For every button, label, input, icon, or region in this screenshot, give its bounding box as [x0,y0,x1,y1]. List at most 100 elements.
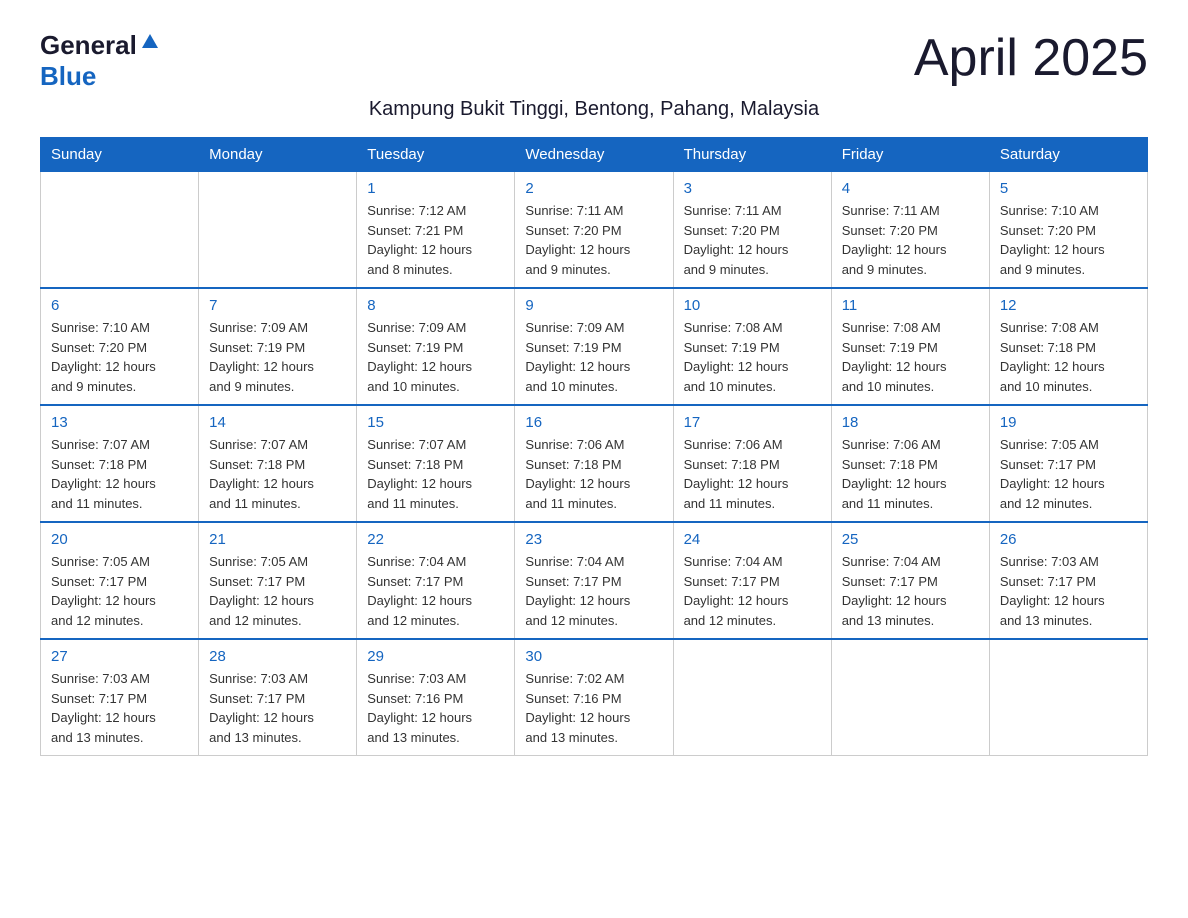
day-number: 27 [51,648,188,665]
calendar-day-cell: 26Sunrise: 7:03 AMSunset: 7:17 PMDayligh… [989,522,1147,639]
calendar-day-cell: 15Sunrise: 7:07 AMSunset: 7:18 PMDayligh… [357,405,515,522]
day-number: 28 [209,648,346,665]
calendar-day-cell: 1 Sunrise: 7:12 AMSunset: 7:21 PMDaylight… [357,172,515,289]
day-number: 16 [525,414,662,431]
day-info: Sunrise: 7:11 AMSunset: 7:20 PMDaylight:… [525,201,662,279]
day-number: 20 [51,531,188,548]
calendar-day-cell: 17 Sunrise: 7:06 AMSunset: 7:18 PMDayligh… [673,405,831,522]
calendar-day-cell: 2 Sunrise: 7:11 AMSunset: 7:20 PMDaylight… [515,172,673,289]
day-number: 2 [525,180,662,197]
day-info: Sunrise: 7:11 AMSunset: 7:20 PMDaylight:… [842,201,979,279]
day-number: 19 [1000,414,1137,431]
day-info: Sunrise: 7:08 AMSunset: 7:18 PMDaylight:… [1000,318,1137,396]
day-info: Sunrise: 7:09 AMSunset: 7:19 PMDaylight:… [209,318,346,396]
calendar-day-cell: 19 Sunrise: 7:05 AMSunset: 7:17 PMDayligh… [989,405,1147,522]
day-info: Sunrise: 7:09 AMSunset: 7:19 PMDaylight:… [525,318,662,396]
month-title: April 2025 [914,30,1148,87]
day-info: Sunrise: 7:09 AMSunset: 7:19 PMDaylight:… [367,318,504,396]
logo-triangle-icon [141,32,159,55]
day-info: Sunrise: 7:05 AMSunset: 7:17 PMDaylight:… [209,552,346,630]
day-number: 4 [842,180,979,197]
day-info: Sunrise: 7:04 AMSunset: 7:17 PMDaylight:… [367,552,504,630]
day-number: 18 [842,414,979,431]
calendar-day-cell: 8Sunrise: 7:09 AMSunset: 7:19 PMDaylight… [357,288,515,405]
calendar-day-cell: 20 Sunrise: 7:05 AMSunset: 7:17 PMDayligh… [41,522,199,639]
day-number: 14 [209,414,346,431]
day-info: Sunrise: 7:05 AMSunset: 7:17 PMDaylight:… [51,552,188,630]
calendar-day-cell: 27 Sunrise: 7:03 AMSunset: 7:17 PMDayligh… [41,639,199,756]
day-number: 17 [684,414,821,431]
calendar-day-cell [989,639,1147,756]
calendar-day-cell: 28 Sunrise: 7:03 AMSunset: 7:17 PMDayligh… [199,639,357,756]
day-info: Sunrise: 7:04 AMSunset: 7:17 PMDaylight:… [525,552,662,630]
day-info: Sunrise: 7:03 AMSunset: 7:17 PMDaylight:… [51,669,188,747]
day-number: 25 [842,531,979,548]
calendar-day-cell: 3 Sunrise: 7:11 AMSunset: 7:20 PMDaylight… [673,172,831,289]
location-title: Kampung Bukit Tinggi, Bentong, Pahang, M… [40,98,1148,121]
weekday-header-sunday: Sunday [41,138,199,172]
calendar-day-cell: 29 Sunrise: 7:03 AMSunset: 7:16 PMDayligh… [357,639,515,756]
calendar-day-cell: 6 Sunrise: 7:10 AMSunset: 7:20 PMDaylight… [41,288,199,405]
day-number: 22 [367,531,504,548]
weekday-header-saturday: Saturday [989,138,1147,172]
day-info: Sunrise: 7:03 AMSunset: 7:16 PMDaylight:… [367,669,504,747]
day-number: 5 [1000,180,1137,197]
day-info: Sunrise: 7:10 AMSunset: 7:20 PMDaylight:… [1000,201,1137,279]
day-info: Sunrise: 7:05 AMSunset: 7:17 PMDaylight:… [1000,435,1137,513]
day-info: Sunrise: 7:04 AMSunset: 7:17 PMDaylight:… [684,552,821,630]
day-number: 10 [684,297,821,314]
day-info: Sunrise: 7:07 AMSunset: 7:18 PMDaylight:… [51,435,188,513]
calendar-day-cell: 7 Sunrise: 7:09 AMSunset: 7:19 PMDaylight… [199,288,357,405]
day-info: Sunrise: 7:11 AMSunset: 7:20 PMDaylight:… [684,201,821,279]
day-info: Sunrise: 7:07 AMSunset: 7:18 PMDaylight:… [209,435,346,513]
day-info: Sunrise: 7:10 AMSunset: 7:20 PMDaylight:… [51,318,188,396]
weekday-header-thursday: Thursday [673,138,831,172]
calendar-day-cell: 22 Sunrise: 7:04 AMSunset: 7:17 PMDayligh… [357,522,515,639]
day-number: 11 [842,297,979,314]
calendar-table: SundayMondayTuesdayWednesdayThursdayFrid… [40,137,1148,756]
day-info: Sunrise: 7:06 AMSunset: 7:18 PMDaylight:… [684,435,821,513]
day-number: 13 [51,414,188,431]
day-info: Sunrise: 7:06 AMSunset: 7:18 PMDaylight:… [842,435,979,513]
calendar-day-cell: 30 Sunrise: 7:02 AMSunset: 7:16 PMDayligh… [515,639,673,756]
calendar-day-cell [831,639,989,756]
day-number: 21 [209,531,346,548]
calendar-week-row: 1 Sunrise: 7:12 AMSunset: 7:21 PMDaylight… [41,172,1148,289]
weekday-header-wednesday: Wednesday [515,138,673,172]
logo-general: General [40,30,137,61]
day-number: 7 [209,297,346,314]
calendar-day-cell: 21 Sunrise: 7:05 AMSunset: 7:17 PMDayligh… [199,522,357,639]
day-info: Sunrise: 7:08 AMSunset: 7:19 PMDaylight:… [842,318,979,396]
day-info: Sunrise: 7:03 AMSunset: 7:17 PMDaylight:… [209,669,346,747]
page-header: General Blue April 2025 [40,30,1148,92]
day-info: Sunrise: 7:06 AMSunset: 7:18 PMDaylight:… [525,435,662,513]
day-info: Sunrise: 7:12 AMSunset: 7:21 PMDaylight:… [367,201,504,279]
calendar-week-row: 13 Sunrise: 7:07 AMSunset: 7:18 PMDayligh… [41,405,1148,522]
weekday-header-row: SundayMondayTuesdayWednesdayThursdayFrid… [41,138,1148,172]
logo: General Blue [40,30,159,92]
calendar-day-cell: 12 Sunrise: 7:08 AMSunset: 7:18 PMDayligh… [989,288,1147,405]
day-number: 30 [525,648,662,665]
calendar-day-cell [673,639,831,756]
day-number: 6 [51,297,188,314]
day-number: 24 [684,531,821,548]
day-number: 9 [525,297,662,314]
calendar-day-cell: 23 Sunrise: 7:04 AMSunset: 7:17 PMDayligh… [515,522,673,639]
day-info: Sunrise: 7:02 AMSunset: 7:16 PMDaylight:… [525,669,662,747]
day-info: Sunrise: 7:03 AMSunset: 7:17 PMDaylight:… [1000,552,1137,630]
day-number: 23 [525,531,662,548]
day-number: 1 [367,180,504,197]
calendar-day-cell: 10Sunrise: 7:08 AMSunset: 7:19 PMDayligh… [673,288,831,405]
calendar-week-row: 6 Sunrise: 7:10 AMSunset: 7:20 PMDaylight… [41,288,1148,405]
calendar-day-cell: 18 Sunrise: 7:06 AMSunset: 7:18 PMDayligh… [831,405,989,522]
calendar-day-cell [199,172,357,289]
weekday-header-tuesday: Tuesday [357,138,515,172]
day-number: 29 [367,648,504,665]
day-info: Sunrise: 7:04 AMSunset: 7:17 PMDaylight:… [842,552,979,630]
calendar-day-cell: 9 Sunrise: 7:09 AMSunset: 7:19 PMDaylight… [515,288,673,405]
day-number: 12 [1000,297,1137,314]
day-number: 3 [684,180,821,197]
calendar-day-cell: 25 Sunrise: 7:04 AMSunset: 7:17 PMDayligh… [831,522,989,639]
calendar-day-cell: 11 Sunrise: 7:08 AMSunset: 7:19 PMDayligh… [831,288,989,405]
calendar-week-row: 27 Sunrise: 7:03 AMSunset: 7:17 PMDayligh… [41,639,1148,756]
